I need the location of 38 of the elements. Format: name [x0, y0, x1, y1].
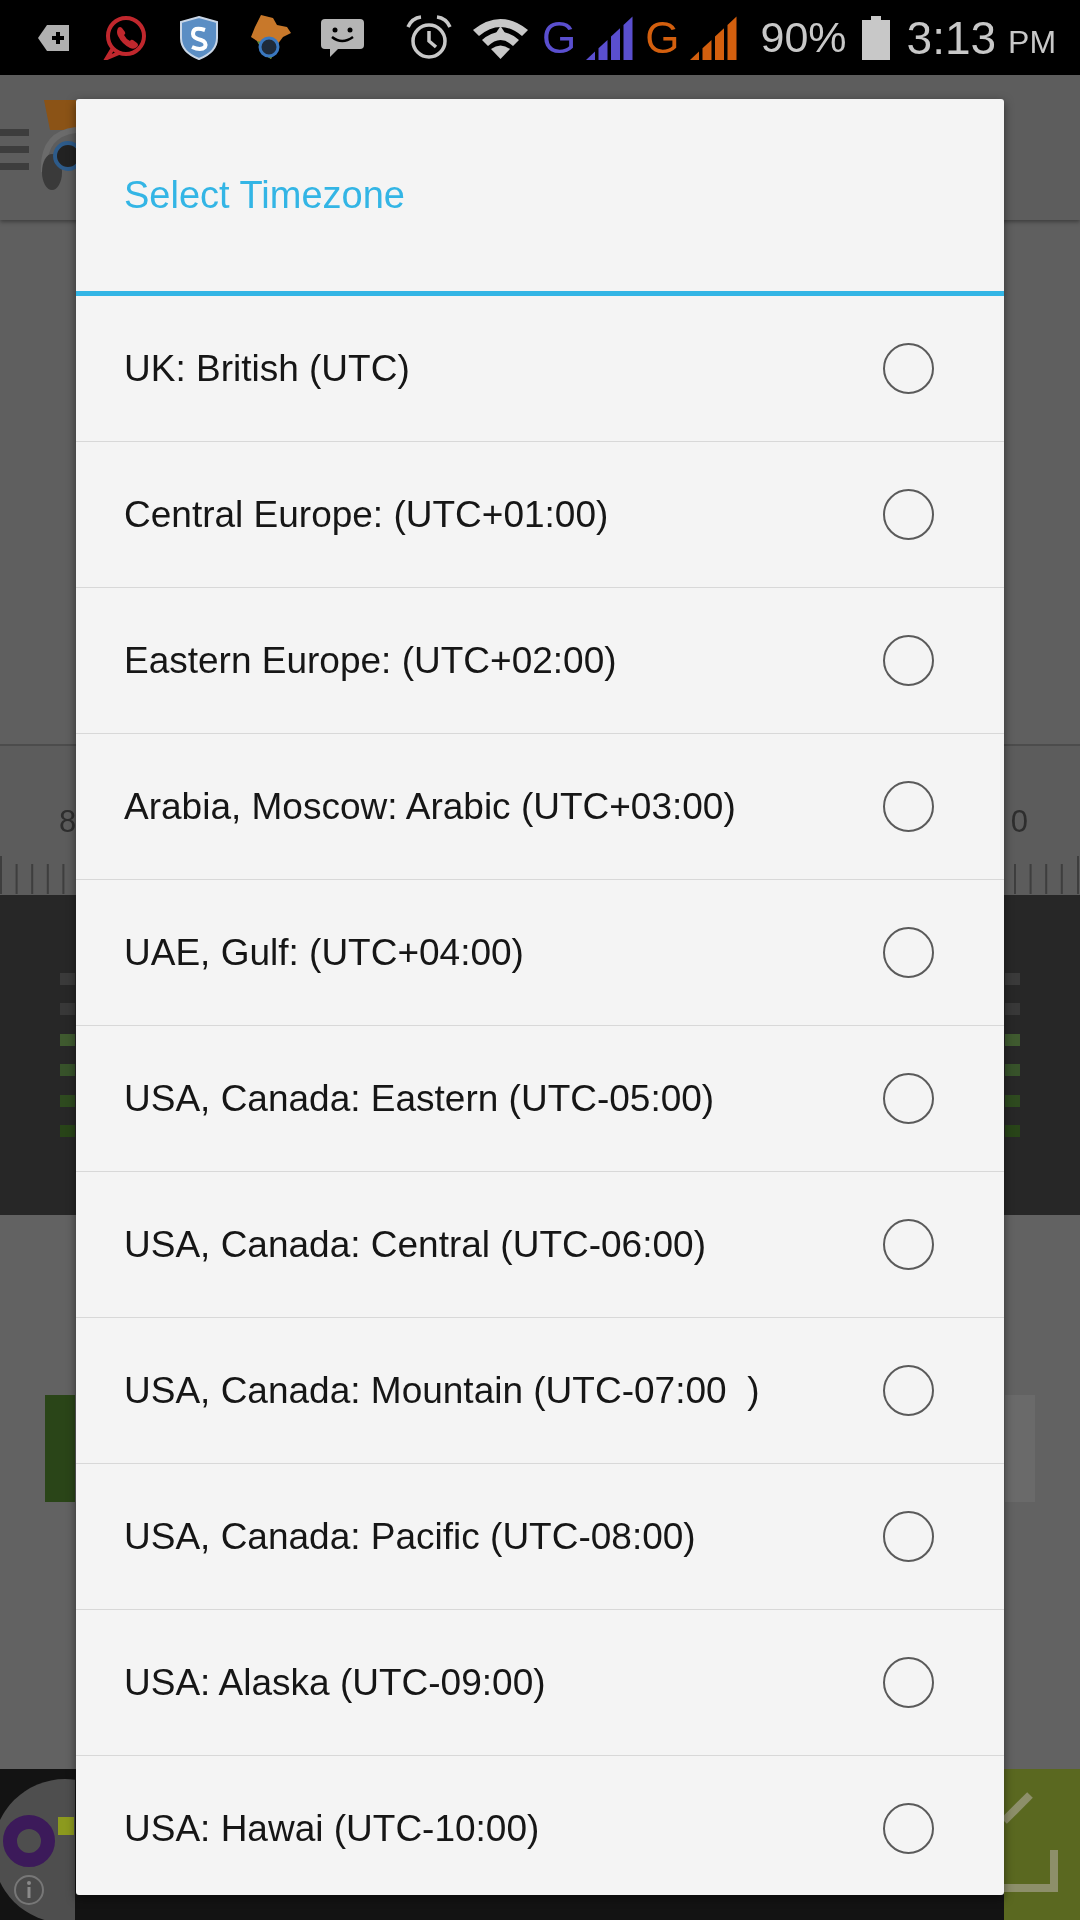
- network-type: G: [645, 15, 680, 60]
- battery-icon: [861, 15, 890, 60]
- radio-button[interactable]: [883, 1657, 934, 1708]
- signal-icon: [586, 15, 634, 60]
- dialog-title: Select Timezone: [124, 173, 405, 217]
- radio-button[interactable]: [883, 343, 934, 394]
- timezone-option[interactable]: Arabia, Moscow: Arabic (UTC+03:00): [124, 785, 736, 828]
- clock-time: 3:13: [906, 14, 997, 61]
- timezone-option[interactable]: Central Europe: (UTC+01:00): [124, 493, 609, 536]
- timezone-option[interactable]: UAE, Gulf: (UTC+04:00): [124, 931, 524, 974]
- radio-button[interactable]: [883, 781, 934, 832]
- tag-plus-icon: [38, 24, 69, 51]
- radio-button[interactable]: [883, 635, 934, 686]
- radio-button[interactable]: [883, 1803, 934, 1854]
- radio-button[interactable]: [883, 489, 934, 540]
- radio-button[interactable]: [883, 1511, 934, 1562]
- timezone-option[interactable]: USA: Alaska (UTC-09:00): [124, 1661, 546, 1704]
- timezone-option[interactable]: USA, Canada: Eastern (UTC-05:00): [124, 1077, 715, 1120]
- phone-bubble-icon: [103, 15, 148, 60]
- info-icon[interactable]: [14, 1875, 44, 1905]
- alarm-icon: [405, 13, 453, 62]
- message-icon: [320, 17, 365, 58]
- download-icon: [1004, 1791, 1060, 1893]
- signal-icon: [690, 15, 738, 60]
- timezone-option[interactable]: UK: British (UTC): [124, 347, 410, 390]
- timezone-option[interactable]: USA: Hawai (UTC-10:00): [124, 1807, 540, 1850]
- battery-percent: 90%: [760, 16, 847, 59]
- network-type: G: [542, 15, 577, 60]
- timezone-option[interactable]: USA, Canada: Pacific (UTC-08:00): [124, 1515, 696, 1558]
- timezone-option[interactable]: Eastern Europe: (UTC+02:00): [124, 639, 617, 682]
- radio-button[interactable]: [883, 1073, 934, 1124]
- radio-button[interactable]: [883, 1365, 934, 1416]
- clock-period: PM: [1008, 25, 1057, 58]
- timezone-option[interactable]: USA, Canada: Central (UTC-06:00): [124, 1223, 706, 1266]
- timezone-option[interactable]: USA, Canada: Mountain (UTC-07:00 ): [124, 1369, 760, 1412]
- radio-button[interactable]: [883, 927, 934, 978]
- shield-icon: [179, 15, 219, 60]
- radio-button[interactable]: [883, 1219, 934, 1270]
